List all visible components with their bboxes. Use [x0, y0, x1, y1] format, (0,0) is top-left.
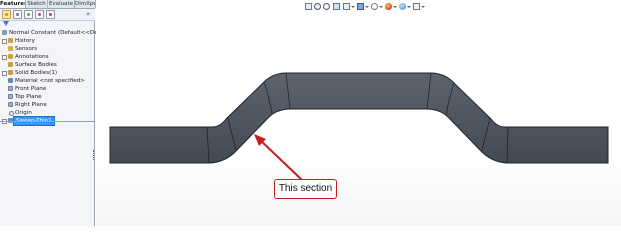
plane-icon — [8, 86, 13, 91]
history-icon — [8, 38, 13, 43]
callout-arrow — [254, 134, 303, 181]
plane-icon — [8, 102, 13, 107]
tree-item-label: Surface Bodies — [15, 62, 57, 68]
surface-bodies-icon — [8, 62, 13, 67]
tree-item-label: Material <not specified> — [15, 78, 85, 84]
tree-item-annotations[interactable]: Annotations — [0, 53, 95, 61]
expand-icon[interactable] — [2, 39, 7, 44]
sensors-icon — [8, 46, 13, 51]
tab-evaluate[interactable]: Evaluate — [48, 0, 75, 8]
tree-item-history[interactable]: History — [0, 37, 95, 45]
panel-toolbar: » — [0, 9, 95, 21]
tree-item-label: Sensors — [15, 46, 38, 52]
solid-bodies-icon — [8, 70, 13, 75]
tree-item-material[interactable]: Material <not specified> — [0, 77, 95, 85]
expand-icon[interactable] — [2, 71, 7, 76]
feature-manager-panel: Features Sketch Evaluate DimXpert » Norm… — [0, 0, 110, 226]
tree-item-label: Right Plane — [15, 102, 47, 108]
property-manager-icon[interactable] — [13, 10, 22, 19]
more-tools-chevron-icon[interactable]: » — [86, 9, 90, 19]
tab-features[interactable]: Features — [0, 0, 26, 8]
material-icon — [8, 78, 13, 83]
tree-item-label: Origin — [15, 110, 32, 116]
tree-item-right-plane[interactable]: Right Plane — [0, 101, 95, 109]
tree-item-label: History — [15, 38, 35, 44]
origin-icon — [9, 111, 14, 116]
filter-icon[interactable] — [3, 21, 9, 26]
display-manager-icon[interactable] — [46, 10, 55, 19]
annotations-icon — [8, 54, 13, 59]
tab-dimxpert[interactable]: DimXpert — [75, 0, 96, 8]
graphics-area[interactable]: This section — [96, 0, 621, 226]
feature-manager-icon[interactable] — [2, 10, 11, 19]
tab-sketch[interactable]: Sketch — [26, 0, 48, 8]
manager-tab-bar: Features Sketch Evaluate DimXpert — [0, 0, 96, 9]
tree-item-front-plane[interactable]: Front Plane — [0, 85, 95, 93]
tree-item-surface-bodies[interactable]: Surface Bodies — [0, 61, 95, 69]
tree-item-sensors[interactable]: Sensors — [0, 45, 95, 53]
tree-item-top-plane[interactable]: Top Plane — [0, 93, 95, 101]
sweep-body[interactable] — [109, 72, 609, 164]
expand-icon[interactable] — [2, 55, 7, 60]
dimxpert-manager-icon[interactable] — [35, 10, 44, 19]
panel-divider — [0, 121, 95, 122]
tree-item-label: Front Plane — [15, 86, 47, 92]
callout-label: This section — [274, 179, 337, 199]
tree-item-label: Annotations — [15, 54, 49, 60]
part-icon — [2, 30, 7, 35]
tree-item-origin[interactable]: Origin — [0, 109, 95, 117]
tree-item-label: Solid Bodies(1) — [15, 70, 58, 76]
tree-item-label: Top Plane — [15, 94, 42, 100]
tree-filter[interactable] — [2, 21, 92, 28]
plane-icon — [8, 94, 13, 99]
sweep-part-model[interactable] — [96, 0, 621, 226]
tree-root[interactable]: Normal Constant (Default<<Default — [0, 29, 110, 37]
tree-item-solid-bodies[interactable]: Solid Bodies(1) — [0, 69, 95, 77]
configuration-manager-icon[interactable] — [24, 10, 33, 19]
